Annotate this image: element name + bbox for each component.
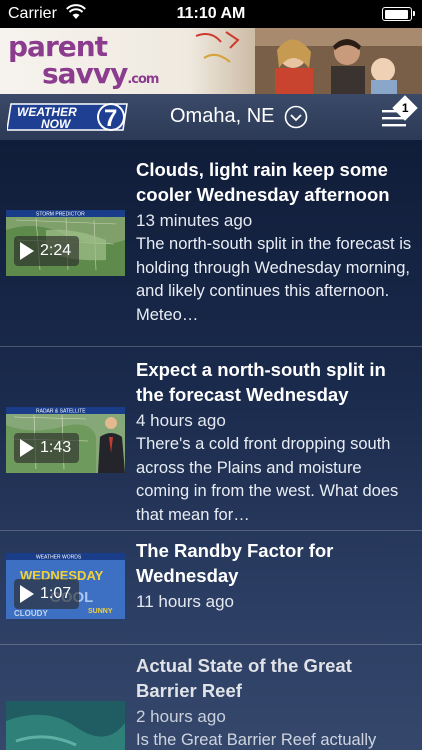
logo-number: 7 <box>104 105 117 132</box>
ad-brand-suffix: .com <box>127 71 159 87</box>
story-item[interactable]: STORM PREDICTOR 2:24 Clouds, light rain … <box>0 140 422 347</box>
thumbnail-caption: RADAR & SATELLITE <box>36 409 86 415</box>
ad-banner[interactable]: parent savvy.com <box>0 28 422 94</box>
play-icon <box>20 439 34 457</box>
story-timestamp: 11 hours ago <box>136 592 234 611</box>
video-thumbnail[interactable] <box>6 701 125 750</box>
play-icon <box>20 585 34 603</box>
story-summary: There's a cold front dropping south acro… <box>136 435 399 524</box>
story-timestamp: 13 minutes ago <box>136 211 253 230</box>
video-duration: 2:24 <box>40 242 72 259</box>
story-title[interactable]: Clouds, light rain keep some cooler Wedn… <box>136 157 414 207</box>
battery-icon <box>382 7 415 21</box>
story-title[interactable]: Actual State of the Great Barrier Reef <box>136 653 414 703</box>
status-bar: Carrier 11:10 AM <box>0 0 422 28</box>
story-item[interactable]: Actual State of the Great Barrier Reef 2… <box>0 645 422 750</box>
story-summary: Is the Great Barrier Reef actually <box>136 731 377 749</box>
notification-count: 1 <box>401 101 409 115</box>
clock: 11:10 AM <box>176 5 246 22</box>
thumbnail-word: SUNNY <box>88 608 113 615</box>
video-duration: 1:07 <box>40 585 72 602</box>
thumbnail-caption: STORM PREDICTOR <box>36 212 85 218</box>
story-item[interactable]: RADAR & SATELLITE 1:43 Expect a north-so… <box>0 347 422 531</box>
story-title[interactable]: Expect a north-south split in the foreca… <box>136 357 414 407</box>
story-feed[interactable]: STORM PREDICTOR 2:24 Clouds, light rain … <box>0 140 422 750</box>
app-header: WEATHER NOW 7 Omaha, NE <box>0 94 422 141</box>
story-title[interactable]: The Randby Factor for Wednesday <box>136 538 414 588</box>
ad-brand-line2: savvy <box>42 56 128 90</box>
play-icon <box>20 242 34 260</box>
ad-logo: parent savvy.com <box>8 33 159 90</box>
story-timestamp: 2 hours ago <box>136 707 226 726</box>
thumbnail-caption: WEATHER WORDS <box>36 555 82 561</box>
story-item[interactable]: WEATHER WORDS WEDNESDAY COOL CLOUDY SUNN… <box>0 531 422 645</box>
battery-fill <box>384 9 409 19</box>
play-duration-button[interactable]: 2:24 <box>14 236 80 266</box>
ad-family-photo <box>255 28 422 94</box>
video-duration: 1:43 <box>40 439 72 456</box>
thumbnail-word: CLOUDY <box>14 609 48 618</box>
chevron-down-icon[interactable] <box>284 105 308 129</box>
weather-now-7-logo[interactable]: WEATHER NOW 7 <box>7 100 131 134</box>
logo-text-now: NOW <box>41 117 72 131</box>
location-selector[interactable]: Omaha, NE <box>170 105 274 128</box>
play-duration-button[interactable]: 1:07 <box>14 579 80 609</box>
play-duration-button[interactable]: 1:43 <box>14 433 80 463</box>
story-summary: The north-south split in the forecast is… <box>136 235 412 324</box>
story-timestamp: 4 hours ago <box>136 411 226 430</box>
ad-doodle-illustration <box>195 31 240 63</box>
